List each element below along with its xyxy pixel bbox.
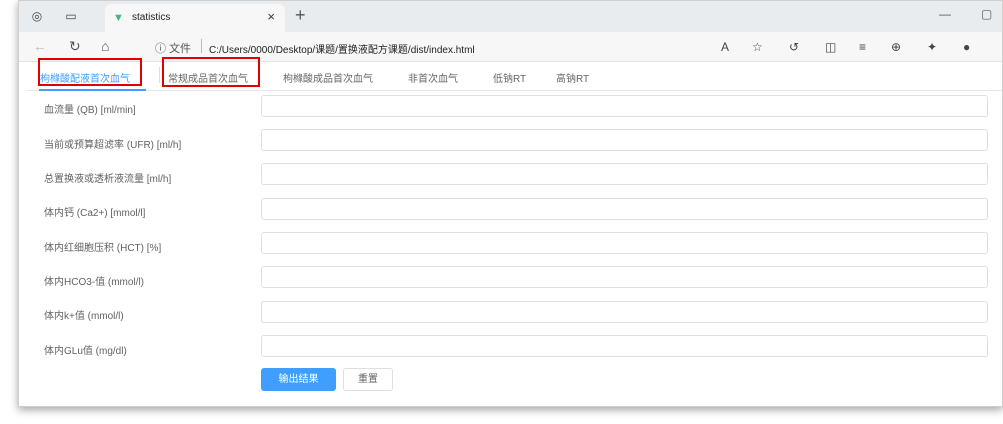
field-label-glucose: 体内GLu值 (mg/dl) xyxy=(44,346,127,357)
url-divider xyxy=(201,39,202,53)
highlight-box-tab-1 xyxy=(38,58,142,86)
minimize-button[interactable]: — xyxy=(939,7,951,21)
tab-non-first[interactable]: 非首次血气 xyxy=(408,70,458,85)
tab-strip: ◎ ▭ ▼ statistics × + — ▢ xyxy=(19,1,1002,32)
split-screen-icon[interactable]: ◫ xyxy=(825,40,836,54)
restore-button[interactable]: ▢ xyxy=(981,7,992,21)
home-icon[interactable]: ⌂ xyxy=(101,38,109,54)
collections-icon[interactable]: ⊕ xyxy=(891,40,901,54)
calcium-input[interactable] xyxy=(261,198,988,220)
favorite-star-icon[interactable]: ☆ xyxy=(752,40,763,54)
hco3-input[interactable] xyxy=(261,266,988,288)
field-label-hco3: 体内HCO3-值 (mmol/l) xyxy=(44,277,144,288)
field-label-blood-flow: 血流量 (QB) [ml/min] xyxy=(44,105,136,116)
ufr-input[interactable] xyxy=(261,129,988,151)
new-tab-button[interactable]: + xyxy=(295,5,306,26)
hct-input[interactable] xyxy=(261,232,988,254)
field-label-potassium: 体内k+值 (mmol/l) xyxy=(44,311,124,322)
url-field[interactable]: ⓘ 文件 C:/Users/0000/Desktop/课题/置换液配方课题/di… xyxy=(147,36,997,58)
field-label-ufr: 当前或预算超滤率 (UFR) [ml/h] xyxy=(44,140,182,151)
field-label-calcium: 体内钙 (Ca2+) [mmol/l] xyxy=(44,208,146,219)
highlight-box-tab-2 xyxy=(162,57,260,87)
back-icon[interactable]: ← xyxy=(33,38,47,54)
field-label-hct: 体内红细胞压积 (HCT) [%] xyxy=(44,243,162,254)
tab-title: statistics xyxy=(132,12,171,23)
browser-window: ◎ ▭ ▼ statistics × + — ▢ ← ↻ ⌂ ⓘ 文件 C:/U… xyxy=(18,0,1003,407)
browser-tab[interactable]: ▼ statistics × xyxy=(105,4,285,32)
close-tab-icon[interactable]: × xyxy=(267,9,275,24)
total-flow-input[interactable] xyxy=(261,163,988,185)
potassium-input[interactable] xyxy=(261,301,988,323)
vue-favicon-icon: ▼ xyxy=(113,12,124,24)
blood-flow-input[interactable] xyxy=(261,95,988,117)
field-label-total-flow: 总置换液或透析液流量 [ml/h] xyxy=(44,174,172,185)
tab-actions-icon[interactable]: ▭ xyxy=(63,9,79,23)
extension-icon[interactable]: ✦ xyxy=(927,40,937,54)
workspaces-icon[interactable]: ◎ xyxy=(29,9,45,23)
app-container: 枸橼酸配液首次血气 常规成品首次血气 枸橼酸成品首次血气 非首次血气 低钠RT … xyxy=(27,57,1002,406)
tab-divider xyxy=(159,67,160,83)
tab-high-sodium-rt[interactable]: 高钠RT xyxy=(556,70,589,85)
profile-icon[interactable]: ● xyxy=(963,40,970,54)
refresh-page-icon[interactable]: ↺ xyxy=(789,40,799,54)
url-info[interactable]: ⓘ 文件 xyxy=(155,40,191,56)
refresh-icon[interactable]: ↻ xyxy=(69,38,81,54)
url-text[interactable]: C:/Users/0000/Desktop/课题/置换液配方课题/dist/in… xyxy=(209,41,475,56)
tab-citrate-product-first[interactable]: 枸橼酸成品首次血气 xyxy=(283,70,373,85)
favorites-icon[interactable]: ≡ xyxy=(859,40,866,54)
output-result-button[interactable]: 输出结果 xyxy=(261,368,336,391)
glucose-input[interactable] xyxy=(261,335,988,357)
read-aloud-icon[interactable]: A xyxy=(721,40,729,54)
tab-low-sodium-rt[interactable]: 低钠RT xyxy=(493,70,526,85)
reset-button[interactable]: 重置 xyxy=(343,368,393,391)
active-tab-indicator xyxy=(39,89,146,91)
